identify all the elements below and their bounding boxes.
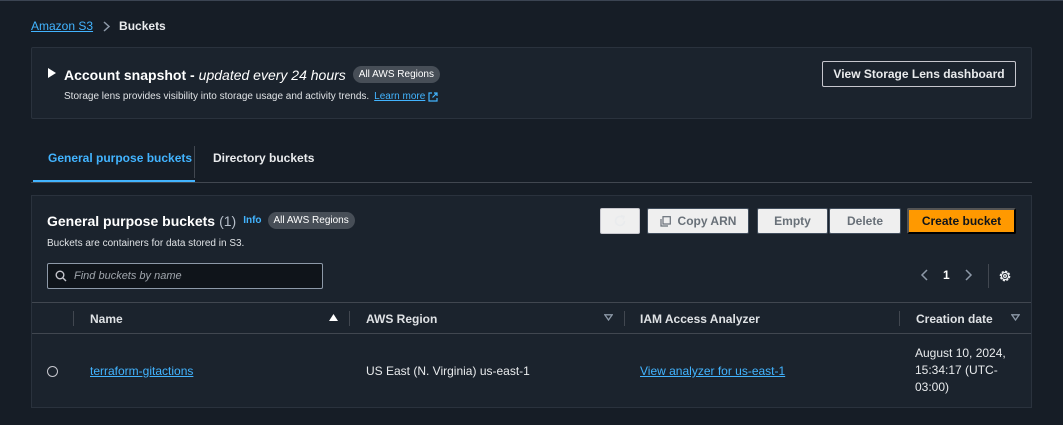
tab-directory-buckets[interactable]: Directory buckets <box>213 151 314 165</box>
copy-arn-button[interactable]: Copy ARN <box>647 208 749 234</box>
panel-description: Buckets are containers for data stored i… <box>47 238 245 249</box>
bucket-region: US East (N. Virginia) us-east-1 <box>366 364 530 378</box>
sort-ascending-icon[interactable] <box>329 314 338 321</box>
sort-caret-down-icon[interactable] <box>1011 314 1020 321</box>
copy-icon <box>659 215 671 227</box>
sort-caret-down-icon[interactable] <box>604 314 613 321</box>
column-divider <box>73 311 74 326</box>
column-header-creation-date[interactable]: Creation date <box>916 312 993 326</box>
search-box <box>47 263 323 289</box>
snapshot-subtitle: updated every 24 hours <box>198 66 346 83</box>
column-header-name[interactable]: Name <box>90 312 123 326</box>
snapshot-title-text: Account snapshot - <box>64 66 195 83</box>
chevron-right-icon[interactable] <box>963 268 973 282</box>
gear-icon[interactable] <box>998 269 1012 283</box>
view-analyzer-link[interactable]: View analyzer for us-east-1 <box>640 364 785 378</box>
snapshot-description-text: Storage lens provides visibility into st… <box>64 91 370 102</box>
info-link[interactable]: Info <box>243 215 261 226</box>
caret-right-icon[interactable] <box>48 67 56 78</box>
column-divider <box>624 311 625 326</box>
snapshot-title[interactable]: Account snapshot - updated every 24 hour… <box>64 66 440 83</box>
column-divider <box>349 311 350 326</box>
panel-header: General purpose buckets (1) Info All AWS… <box>47 212 355 229</box>
search-icon <box>55 270 67 282</box>
breadcrumb: Amazon S3 Buckets <box>31 19 166 33</box>
bucket-count: (1) <box>219 212 237 229</box>
create-bucket-button[interactable]: Create bucket <box>907 208 1016 234</box>
table-header: Name AWS Region IAM Access Analyzer Crea… <box>32 302 1031 334</box>
regions-badge: All AWS Regions <box>267 212 355 229</box>
breadcrumb-current: Buckets <box>119 19 166 33</box>
table-row: terraform-gitactions US East (N. Virgini… <box>32 336 1031 407</box>
active-tab-indicator <box>33 180 195 182</box>
find-buckets-input[interactable] <box>74 270 314 282</box>
pager-divider <box>988 264 989 288</box>
breadcrumb-amazon-s3-link[interactable]: Amazon S3 <box>31 19 93 33</box>
creation-date-line: 03:00) <box>915 380 950 394</box>
chevron-left-icon[interactable] <box>920 268 930 282</box>
top-border <box>0 0 1063 1</box>
bucket-name-link[interactable]: terraform-gitactions <box>90 364 193 378</box>
creation-date-line: August 10, 2024, <box>915 346 1006 360</box>
external-link-icon <box>428 91 438 102</box>
row-select-radio[interactable] <box>47 366 58 377</box>
delete-button[interactable]: Delete <box>829 208 901 234</box>
learn-more-link[interactable]: Learn more <box>374 91 425 102</box>
chevron-right-icon <box>103 20 111 32</box>
page-number[interactable]: 1 <box>943 268 950 282</box>
copy-arn-label: Copy ARN <box>677 214 737 228</box>
bucket-type-tabs: General purpose buckets Directory bucket… <box>31 140 1032 183</box>
snapshot-description: Storage lens provides visibility into st… <box>64 91 438 102</box>
account-snapshot-panel: Account snapshot - updated every 24 hour… <box>31 47 1032 119</box>
column-header-region[interactable]: AWS Region <box>366 312 437 326</box>
regions-badge: All AWS Regions <box>352 66 440 83</box>
empty-button[interactable]: Empty <box>757 208 828 234</box>
creation-date: August 10, 2024, 15:34:17 (UTC- 03:00) <box>915 345 1015 396</box>
refresh-button[interactable] <box>600 208 640 234</box>
view-storage-lens-button[interactable]: View Storage Lens dashboard <box>822 61 1016 87</box>
column-divider <box>899 311 900 326</box>
tab-divider <box>194 146 195 178</box>
column-header-iam[interactable]: IAM Access Analyzer <box>640 312 760 326</box>
refresh-icon <box>614 214 626 227</box>
creation-date-line: 15:34:17 (UTC- <box>915 363 998 377</box>
buckets-panel: General purpose buckets (1) Info All AWS… <box>31 195 1032 408</box>
panel-title: General purpose buckets <box>47 212 216 229</box>
tab-general-purpose-buckets[interactable]: General purpose buckets <box>48 151 192 165</box>
pagination: 1 <box>920 268 973 282</box>
